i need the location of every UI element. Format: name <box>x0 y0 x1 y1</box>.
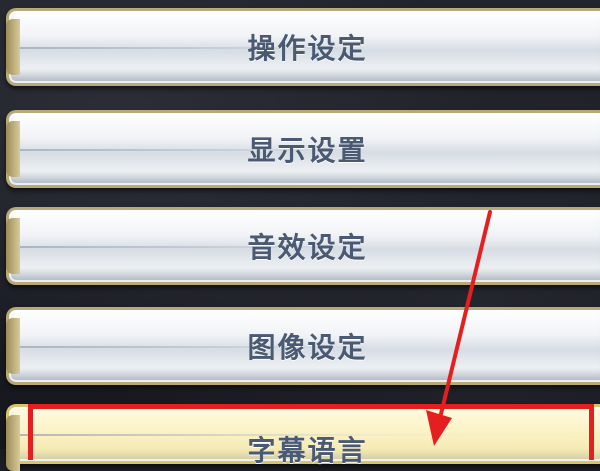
menu-button-label: 显示设置 <box>247 134 368 167</box>
menu-button-sound-settings[interactable]: 音效设定 <box>6 207 600 285</box>
button-end-cap <box>6 318 20 374</box>
button-end-cap <box>6 19 20 75</box>
menu-button-control-settings[interactable]: 操作设定 <box>6 8 600 86</box>
button-end-cap <box>6 218 20 274</box>
menu-button-display-settings[interactable]: 显示设置 <box>6 110 600 188</box>
button-end-cap <box>6 121 20 177</box>
menu-button-graphics-settings[interactable]: 图像设定 <box>6 307 600 385</box>
menu-button-subtitle-language[interactable]: 字幕语言 <box>6 404 600 471</box>
menu-button-label: 图像设定 <box>247 331 368 364</box>
menu-button-label: 操作设定 <box>247 32 368 65</box>
menu-button-label: 字幕语言 <box>247 434 368 467</box>
menu-button-label: 音效设定 <box>247 231 368 264</box>
button-end-cap <box>6 415 20 471</box>
